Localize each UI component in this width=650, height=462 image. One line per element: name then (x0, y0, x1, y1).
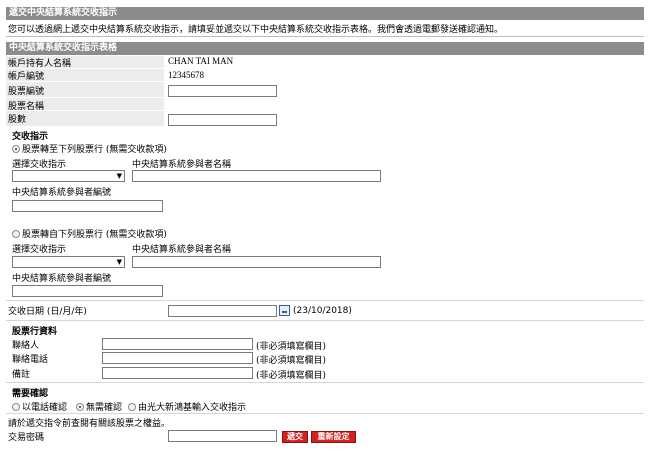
chevron-down-icon: ▼ (116, 258, 122, 266)
divider (6, 300, 644, 301)
participant-name-input-2[interactable] (132, 256, 381, 268)
quantity-label: 股數 (8, 115, 27, 125)
confirm-ebroker-label: 由光大新鴻基輸入交收指示 (138, 403, 247, 413)
label-cell (6, 111, 164, 126)
participant-name-input-1[interactable] (132, 170, 381, 182)
radio-icon[interactable] (12, 403, 20, 411)
contact-label: 聯絡人 (12, 341, 40, 351)
account-holder-value: CHAN TAI MAN (168, 56, 234, 66)
password-input[interactable] (168, 430, 277, 442)
phone-label: 聯絡電話 (12, 355, 49, 365)
account-holder-label: 帳戶持有人名稱 (8, 59, 72, 69)
confirm-option-none[interactable]: 無需確認 (76, 400, 122, 413)
intro-text: 您可以透過網上遞交中央結算系統交收指示，請填妥並遞交以下中央結算系統交收指示表格… (8, 25, 504, 35)
settle-date-hint: (23/10/2018) (293, 306, 352, 316)
select-instruction-label-1: 選擇交收指示 (12, 160, 67, 170)
notice-text: 請於遞交指令前查閱有關該股票之權益。 (8, 419, 171, 429)
divider (6, 36, 644, 37)
confirm-option-ebroker[interactable]: 由光大新鴻基輸入交收指示 (128, 400, 246, 413)
radio-icon[interactable] (12, 145, 20, 153)
option-2-label: 股票轉自下列股票行 (無需交收款項) (22, 230, 167, 240)
form-title: 中央結算系統交收指示表格 (6, 42, 644, 55)
divider (6, 382, 644, 383)
participant-id-label-2: 中央結算系統參與者編號 (12, 274, 112, 284)
confirm-none-label: 無需確認 (86, 403, 123, 413)
participant-id-input-1[interactable] (12, 200, 163, 212)
remark-input[interactable] (102, 367, 253, 379)
radio-icon[interactable] (12, 230, 20, 238)
participant-id-input-2[interactable] (12, 285, 163, 297)
participant-name-label-1: 中央結算系統參與者名稱 (132, 160, 232, 170)
confirm-phone-label: 以電話確認 (22, 403, 68, 413)
divider (6, 413, 644, 414)
participant-name-label-2: 中央結算系統參與者名稱 (132, 245, 232, 255)
radio-icon[interactable] (76, 403, 84, 411)
settle-date-label: 交收日期 (日/月/年) (8, 307, 87, 317)
chevron-down-icon: ▼ (116, 172, 122, 180)
option-1-label: 股票轉至下列股票行 (無需交收款項) (22, 145, 167, 155)
participant-id-label-1: 中央結算系統參與者編號 (12, 188, 112, 198)
page-title: 遞交中央結算系統交收指示 (6, 7, 644, 20)
remark-hint: (非必須填寫欄目) (256, 371, 327, 381)
instruction-option-1[interactable]: 股票轉至下列股票行 (無需交收款項) (12, 142, 167, 155)
confirm-option-phone[interactable]: 以電話確認 (12, 400, 67, 413)
contact-hint: (非必須填寫欄目) (256, 342, 327, 352)
submit-button[interactable]: 遞交 (282, 431, 308, 443)
account-no-value: 12345678 (168, 70, 204, 80)
radio-icon[interactable] (128, 403, 136, 411)
phone-hint: (非必須填寫欄目) (256, 356, 327, 366)
instruction-title: 交收指示 (12, 132, 49, 142)
divider (6, 320, 644, 321)
password-label: 交易密碼 (8, 433, 45, 443)
calendar-icon[interactable] (279, 305, 290, 316)
instruction-option-2[interactable]: 股票轉自下列股票行 (無需交收款項) (12, 227, 167, 240)
settle-date-input[interactable] (168, 305, 277, 317)
confirm-title: 需要確認 (12, 389, 49, 399)
instruction-select-1[interactable]: ▼ (12, 170, 125, 182)
phone-input[interactable] (102, 352, 253, 364)
instruction-select-2[interactable]: ▼ (12, 256, 125, 268)
reset-button[interactable]: 重新設定 (311, 431, 356, 443)
contact-input[interactable] (102, 338, 253, 350)
broker-title: 股票行資料 (12, 327, 58, 337)
remark-label: 備註 (12, 370, 31, 380)
select-instruction-label-2: 選擇交收指示 (12, 245, 67, 255)
quantity-input[interactable] (168, 114, 277, 126)
stock-code-label: 股票編號 (8, 87, 45, 97)
stock-code-input[interactable] (168, 85, 277, 97)
account-no-label: 帳戶編號 (8, 72, 45, 82)
